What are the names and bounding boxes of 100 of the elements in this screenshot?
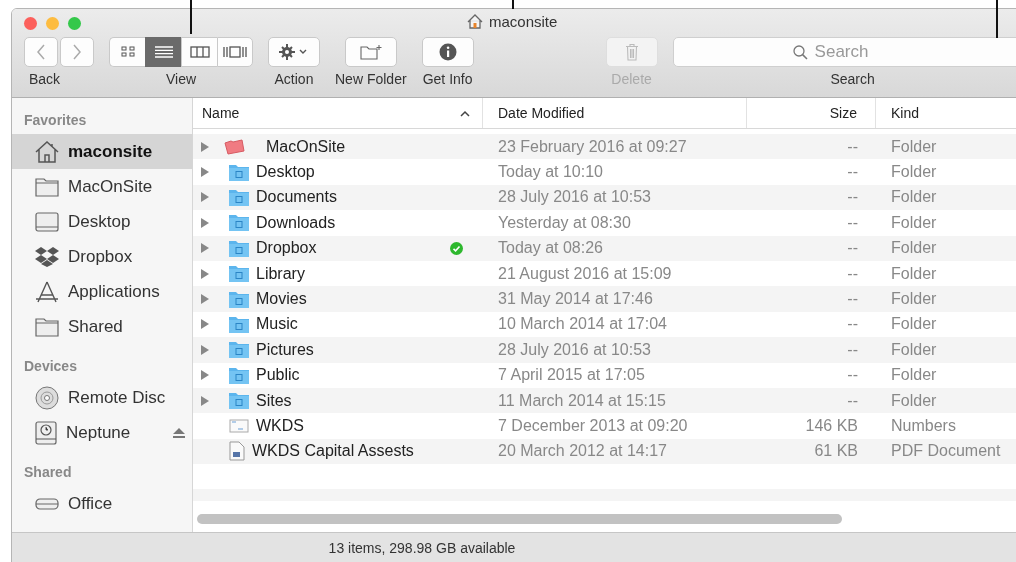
size-cell-text: -- — [846, 163, 859, 182]
sidebar-item[interactable]: Applications — [12, 274, 192, 309]
sidebar-item[interactable]: maconsite — [12, 134, 192, 169]
column-header[interactable]: Date Modified — [483, 98, 747, 128]
leader-line — [996, 0, 998, 38]
chevron-left-icon — [36, 44, 46, 60]
sidebar-heading: Favorites — [23, 111, 88, 130]
get-info-button[interactable] — [421, 37, 474, 67]
size-cell-text: -- — [846, 188, 859, 207]
size-cell-text: 146 KB — [804, 417, 859, 435]
new-folder-label: New Folder — [335, 71, 407, 87]
list-icon — [154, 46, 173, 58]
folder-icon — [229, 265, 249, 283]
size-cell-text: -- — [846, 137, 859, 156]
disclosure-triangle-icon[interactable] — [201, 395, 209, 406]
list-view-button[interactable] — [145, 37, 181, 67]
kind-cell-text: Folder — [890, 340, 937, 358]
disclosure-triangle-icon[interactable] — [201, 192, 209, 203]
kind-cell-text: Folder — [890, 239, 937, 257]
open-box-icon — [35, 246, 59, 267]
size-cell-text: -- — [846, 340, 859, 359]
date-cell-text: 28 July 2016 at 10:53 — [497, 340, 651, 358]
gear-caret-icon — [279, 44, 309, 60]
size-cell-text: -- — [846, 264, 859, 283]
size-cell-text: -- — [846, 366, 859, 385]
folder-icon — [229, 366, 249, 384]
sidebar-label: MacOnSite — [68, 176, 153, 197]
action-button[interactable] — [268, 37, 320, 67]
sidebar-item[interactable]: Remote Disc — [12, 380, 192, 415]
sidebar-label: maconsite — [68, 141, 153, 162]
window-title: maconsite — [489, 13, 558, 30]
leader-line — [190, 0, 192, 34]
column-header[interactable]: Name — [193, 98, 483, 128]
date-cell-text: 23 February 2016 at 09:27 — [497, 137, 687, 155]
file-name: Movies — [256, 290, 307, 309]
file-name: MacOnSite — [266, 137, 346, 156]
disclosure-triangle-icon[interactable] — [201, 319, 209, 330]
new-folder-button[interactable] — [344, 37, 397, 67]
sidebar-item[interactable]: Office — [12, 486, 192, 521]
kind-cell-text: Folder — [890, 264, 937, 282]
chevron-right-icon — [72, 44, 82, 60]
disclosure-triangle-icon[interactable] — [201, 243, 209, 254]
column-header[interactable]: Kind — [876, 98, 1016, 128]
sidebar-item[interactable]: Shared — [12, 309, 192, 344]
disclosure-triangle-icon[interactable] — [201, 294, 209, 305]
disclosure-triangle-icon[interactable] — [201, 167, 209, 178]
scrollbar-thumb[interactable] — [197, 514, 842, 524]
sidebar-label: Neptune — [66, 422, 131, 443]
eject-icon[interactable] — [172, 426, 186, 439]
zoom-button[interactable] — [68, 16, 81, 30]
sidebar-item[interactable]: Neptune — [12, 415, 192, 450]
cover-flow-icon — [223, 46, 247, 58]
sidebar-item[interactable]: MacOnSite — [12, 169, 192, 204]
file-name: Pictures — [256, 340, 314, 359]
pencil-ruler-icon — [35, 280, 59, 303]
kind-cell-text: Folder — [890, 391, 937, 409]
sidebar-label: Desktop — [68, 211, 131, 232]
spreadsheet-icon — [229, 418, 249, 434]
sidebar-item[interactable]: Desktop — [12, 204, 192, 239]
date-cell-text: Yesterday at 08:30 — [497, 213, 631, 231]
folder-icon — [229, 315, 249, 333]
date-cell-text: 21 August 2016 at 15:09 — [497, 264, 672, 282]
date-cell-text: 31 May 2014 at 17:46 — [497, 290, 653, 308]
disclosure-triangle-icon[interactable] — [201, 141, 209, 152]
date-cell-text: Today at 08:26 — [497, 239, 603, 257]
disclosure-triangle-icon[interactable] — [201, 344, 209, 355]
close-button[interactable] — [24, 16, 37, 30]
file-name: Sites — [256, 391, 292, 410]
coverflow-view-button[interactable] — [217, 37, 253, 67]
sidebar-label: Shared — [68, 316, 123, 337]
folder-icon — [229, 341, 249, 359]
folder-icon — [229, 290, 249, 308]
search-field[interactable]: Search — [672, 37, 1016, 67]
back-button[interactable] — [24, 37, 58, 67]
size-cell-text: -- — [846, 315, 859, 334]
folder-icon — [229, 214, 249, 232]
folder-icon — [229, 392, 249, 410]
status-text: 13 items, 298.98 GB available — [328, 540, 516, 556]
drive-clock-icon — [35, 420, 57, 445]
folder-icon — [35, 176, 59, 197]
folder-icon — [223, 138, 245, 155]
disclosure-triangle-icon[interactable] — [201, 370, 209, 381]
forward-button[interactable] — [60, 37, 94, 67]
file-name: WKDS Capital Assests — [252, 442, 414, 461]
date-cell-text: 10 March 2014 at 17:04 — [497, 315, 667, 333]
columns-view-button[interactable] — [181, 37, 217, 67]
file-name: Desktop — [256, 163, 315, 182]
sidebar-item[interactable]: Dropbox — [12, 239, 192, 274]
date-cell-text: Today at 10:10 — [497, 163, 603, 181]
home-icon — [467, 14, 483, 29]
column-header[interactable]: Size — [747, 98, 876, 128]
sidebar-label: Applications — [68, 281, 160, 302]
disclosure-triangle-icon[interactable] — [201, 268, 209, 279]
kind-cell-text: Folder — [890, 290, 937, 308]
folder-plus-icon — [359, 44, 382, 60]
file-name: WKDS — [256, 417, 304, 435]
disclosure-triangle-icon[interactable] — [201, 217, 209, 228]
kind-cell-text: Folder — [890, 366, 937, 384]
folder-icon — [229, 239, 249, 257]
icons-view-button[interactable] — [109, 37, 145, 67]
